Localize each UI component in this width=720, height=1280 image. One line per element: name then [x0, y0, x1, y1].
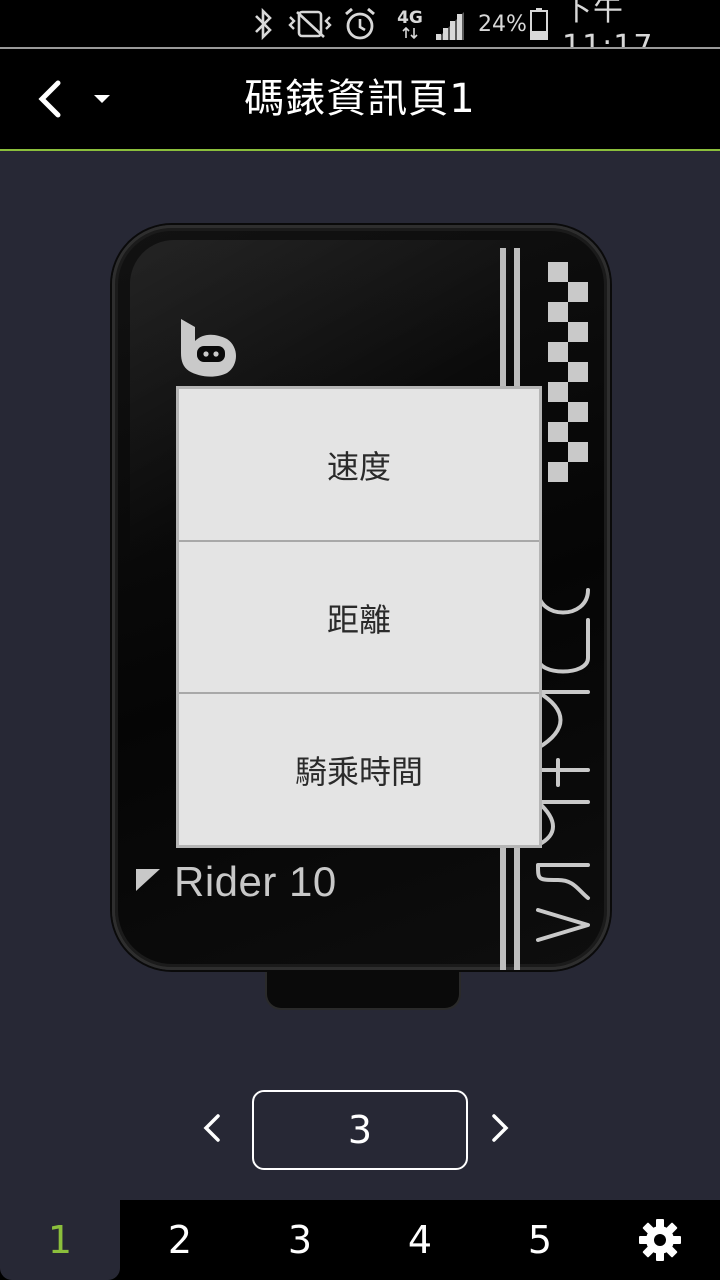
device-screen: 速度 距離 騎乘時間 — [176, 386, 542, 848]
data-field-ride-time[interactable]: 騎乘時間 — [179, 694, 539, 846]
chevron-right-icon[interactable] — [482, 1108, 518, 1148]
model-flag-icon — [136, 869, 160, 891]
battery-percent: 24% — [478, 11, 527, 37]
data-field-distance[interactable]: 距離 — [179, 542, 539, 694]
network-type: 4G — [394, 0, 426, 48]
battery-icon — [530, 8, 548, 40]
page-title: 碼錶資訊頁1 — [244, 76, 476, 122]
vibrate-icon — [288, 10, 332, 38]
data-field-speed[interactable]: 速度 — [179, 389, 539, 541]
tab-page-5[interactable]: 5 — [480, 1200, 600, 1280]
bluetooth-icon — [255, 7, 272, 41]
clock: 下午 11:17 — [562, 0, 654, 64]
status-bar: 4G 24% 下午 11:17 — [0, 0, 720, 64]
tab-page-1[interactable]: 1 — [0, 1200, 120, 1280]
chevron-left-icon[interactable] — [196, 1108, 232, 1148]
device-model-label: Rider 10 — [174, 858, 337, 905]
data-arrows-icon — [402, 27, 418, 39]
checkered-pattern — [548, 262, 588, 492]
tab-page-2[interactable]: 2 — [120, 1200, 240, 1280]
tab-settings[interactable] — [600, 1200, 720, 1280]
field-count-selector[interactable]: 3 — [252, 1090, 468, 1170]
gear-icon — [639, 1219, 681, 1261]
app-bar: 碼錶資訊頁1 — [0, 49, 720, 149]
brand-logo-icon — [181, 319, 236, 377]
signal-icon — [436, 12, 464, 40]
tab-page-4[interactable]: 4 — [360, 1200, 480, 1280]
app-bar-accent-line — [0, 149, 720, 151]
bottom-tab-bar: 1 2 3 4 5 — [0, 1200, 720, 1280]
tab-page-3[interactable]: 3 — [240, 1200, 360, 1280]
alarm-icon — [345, 7, 375, 40]
